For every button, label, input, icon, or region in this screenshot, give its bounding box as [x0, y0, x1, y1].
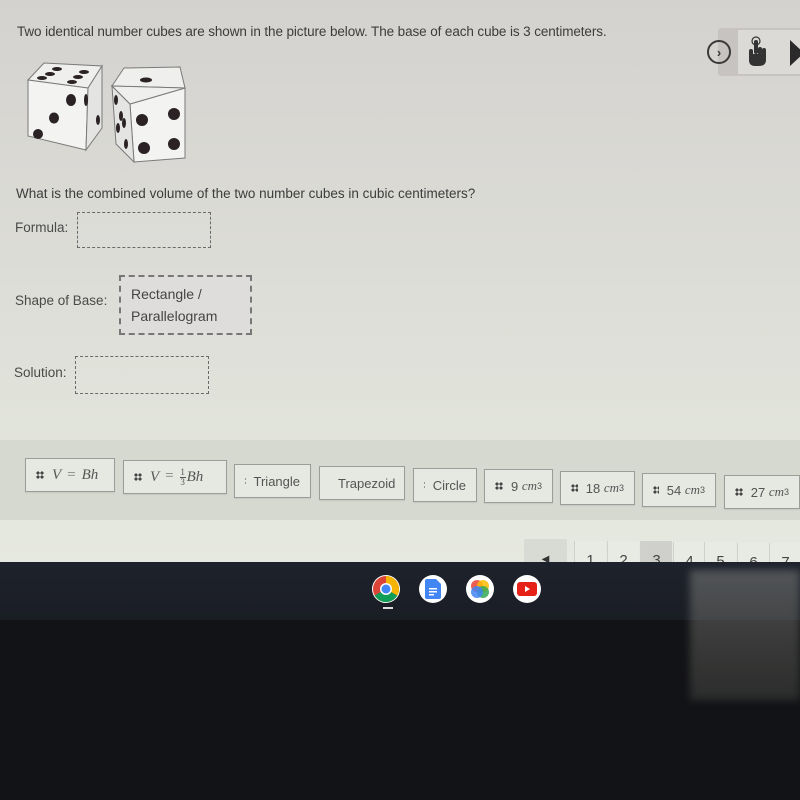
- shape-answer-line2: Parallelogram: [131, 308, 218, 324]
- play-icon[interactable]: [790, 40, 800, 66]
- fraction-denominator: 3: [180, 476, 185, 487]
- docs-logo: [425, 579, 441, 599]
- question-prompt: What is the combined volume of the two n…: [16, 186, 476, 201]
- reflection-glare: [690, 570, 800, 700]
- tile-54-cm3[interactable]: 54 cm 3: [642, 473, 716, 507]
- drag-handle-icon: [495, 482, 503, 490]
- drag-handle-icon: [653, 486, 659, 494]
- tile-unit: cm: [768, 484, 784, 499]
- active-app-indicator: [383, 607, 393, 609]
- tile-unit: cm: [521, 478, 537, 493]
- tile-formula-prism[interactable]: V = Bh: [25, 458, 115, 492]
- pointer-hand-icon[interactable]: [745, 36, 771, 68]
- drag-handle-icon: [735, 488, 743, 496]
- drag-handle-icon: [424, 481, 425, 489]
- tile-eq: =: [165, 468, 174, 485]
- tile-unit: cm: [684, 482, 700, 497]
- drag-handle-icon: [134, 473, 142, 481]
- fraction: 13: [179, 466, 186, 487]
- tile-triangle[interactable]: Triangle: [234, 464, 311, 498]
- tile-eq: =: [67, 466, 76, 483]
- tile-exponent: 3: [618, 483, 624, 493]
- tile-trapezoid[interactable]: Trapezoid: [319, 466, 405, 500]
- drag-handle-icon: [571, 484, 578, 492]
- tile-lhs: V: [150, 468, 160, 485]
- tile-9-cm3[interactable]: 9 cm 3: [484, 469, 553, 503]
- tile-value: 18: [585, 480, 601, 496]
- tile-lhs: V: [52, 466, 62, 483]
- dice-image: [26, 62, 186, 164]
- drag-handle-icon: [36, 471, 44, 479]
- shape-answer-line1: Rectangle /: [131, 286, 202, 302]
- tile-rhs: Bh: [81, 466, 99, 483]
- shape-of-base-dropzone[interactable]: Rectangle / Parallelogram: [119, 275, 252, 335]
- tile-circle[interactable]: Circle: [413, 468, 477, 502]
- chrome-icon[interactable]: [372, 575, 400, 603]
- youtube-logo: [517, 582, 537, 596]
- tile-27-cm3[interactable]: 27 cm 3: [724, 475, 800, 509]
- tile-18-cm3[interactable]: 18 cm 3: [560, 471, 635, 505]
- docs-icon[interactable]: [419, 575, 447, 603]
- tile-label: Circle: [432, 477, 466, 493]
- shape-of-base-label: Shape of Base:: [15, 293, 108, 308]
- youtube-icon[interactable]: [513, 575, 541, 603]
- tile-value: 9: [510, 478, 519, 494]
- solution-label: Solution:: [14, 365, 67, 380]
- drag-handle-icon: [245, 477, 246, 485]
- tile-unit: cm: [603, 480, 619, 495]
- question-intro: Two identical number cubes are shown in …: [17, 24, 607, 39]
- tile-rhs: Bh: [186, 468, 204, 485]
- formula-dropzone[interactable]: [77, 212, 211, 248]
- screen-bezel: [0, 620, 800, 800]
- tile-exponent: 3: [783, 487, 789, 497]
- photos-icon[interactable]: [466, 575, 494, 603]
- tile-value: 54: [666, 482, 682, 498]
- tile-label: Trapezoid: [338, 475, 396, 491]
- tile-value: 27: [750, 484, 766, 500]
- formula-label: Formula:: [15, 220, 69, 235]
- chrome-logo: [373, 575, 400, 603]
- taskbar: [0, 562, 800, 622]
- fraction-numerator: 1: [180, 466, 185, 477]
- next-icon[interactable]: ›: [707, 40, 731, 64]
- tile-exponent: 3: [699, 485, 705, 495]
- photos-logo: [471, 580, 489, 598]
- tile-formula-pyramid[interactable]: V = 1 3 Bh: [123, 460, 227, 494]
- tile-label: Triangle: [253, 473, 300, 489]
- solution-dropzone[interactable]: [75, 356, 209, 394]
- tile-exponent: 3: [536, 481, 542, 491]
